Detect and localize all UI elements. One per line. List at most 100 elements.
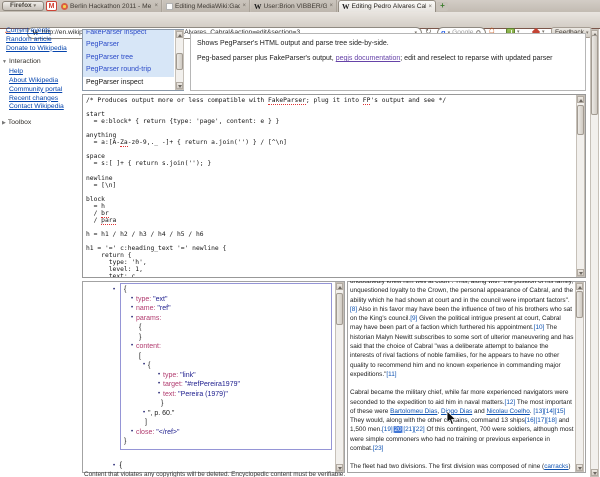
sidebar-link-about-wikipedia[interactable]: About Wikipedia	[9, 77, 80, 86]
tab-title: User:Brion VIBBER/Gadget…	[264, 3, 328, 10]
tree-row[interactable]: ]	[121, 418, 331, 428]
article-scrollbar-down-arrow[interactable]	[576, 464, 583, 471]
new-tab-button[interactable]: +	[437, 2, 448, 11]
sidebar-link-recent-changes[interactable]: Recent changes	[9, 95, 80, 104]
listbox-scrollbar-up-arrow[interactable]	[176, 31, 183, 38]
window-scrollbar-thumb[interactable]	[591, 35, 598, 115]
tree-row[interactable]: •", p. 60."	[121, 409, 331, 419]
tree-row[interactable]: {	[121, 285, 331, 295]
textarea-scrollbar-up-arrow[interactable]	[577, 96, 584, 103]
gadget-option-pegparser-round-trip[interactable]: PegParser round-trip	[83, 64, 174, 76]
sidebar-link-community-portal[interactable]: Community portal	[9, 86, 80, 95]
reference-link[interactable]: [22]	[414, 426, 425, 433]
reference-link[interactable]: [13]	[533, 408, 544, 415]
tree-row[interactable]: •target: "#refPereira1979"	[121, 380, 331, 390]
arrow-down-icon	[578, 467, 582, 470]
tree-key: content:	[136, 343, 161, 350]
close-tab-icon[interactable]: ×	[428, 4, 432, 10]
tree-key: type:	[136, 296, 151, 303]
selected-tree-node[interactable]: {•type: "ext"•name: "ref"•params:{}•cont…	[120, 283, 332, 450]
reference-link[interactable]: [23]	[373, 445, 384, 452]
close-tab-icon[interactable]: ×	[329, 3, 333, 9]
wiki-link[interactable]: Nicolau Coelho	[486, 408, 529, 415]
tree-row[interactable]: }	[121, 333, 331, 343]
tree-value: "link"	[178, 372, 195, 379]
sidebar-link-current-events[interactable]: Current events	[6, 27, 80, 36]
reference-link[interactable]: [15]	[555, 408, 566, 415]
window-scrollbar[interactable]	[590, 29, 599, 477]
reference-link[interactable]: [10]	[534, 324, 545, 331]
tree-row[interactable]: •type: "link"	[121, 371, 331, 381]
textarea-scrollbar-thumb[interactable]	[577, 105, 584, 135]
tree-key: text:	[163, 391, 176, 398]
close-tab-icon[interactable]: ×	[242, 3, 246, 9]
article-text: unquestioned loyalty to the Crown, the p…	[350, 287, 573, 303]
tree-row[interactable]: [	[121, 352, 331, 362]
listbox-scrollbar[interactable]	[175, 30, 184, 90]
gadget-option-pegparser[interactable]: PegParser	[83, 39, 174, 51]
article-scrollbar-up-arrow[interactable]	[576, 283, 583, 290]
tree-scrollbar-thumb[interactable]	[336, 293, 343, 325]
tab-berlin-hackathon-2011-me[interactable]: Berlin Hackathon 2011 - Me…×	[58, 0, 162, 12]
firefox-menu-button[interactable]: Firefox ▾	[2, 1, 44, 11]
tree-key: close:	[136, 429, 154, 436]
gadget-option-fakeparser-inspect[interactable]: FakeParser inspect	[83, 29, 174, 39]
tab-title: Berlin Hackathon 2011 - Me…	[70, 3, 152, 10]
tab-user-brion-vibber-gadget[interactable]: WUser:Brion VIBBER/Gadget…×	[251, 0, 337, 12]
tree-scrollbar-up-arrow[interactable]	[336, 283, 343, 290]
tree-row[interactable]: }	[121, 437, 331, 447]
reference-link[interactable]: [19]	[382, 426, 393, 433]
reference-link[interactable]: [17]	[535, 417, 546, 424]
tree-row[interactable]: •content:	[121, 342, 331, 352]
article-text: They would, along with the other captain…	[350, 417, 525, 424]
close-tab-icon[interactable]: ×	[154, 3, 158, 9]
textarea-scrollbar[interactable]	[576, 95, 585, 277]
pinned-gmail-tab[interactable]: M	[46, 1, 57, 11]
sidebar-section-interaction[interactable]: ▼Interaction	[2, 58, 80, 67]
tree-scrollbar-down-arrow[interactable]	[336, 464, 343, 471]
tab-editing-mediawiki-gadget[interactable]: Editing MediaWiki:Gadget-…×	[163, 0, 250, 12]
triangle-down-icon: ▼	[2, 59, 7, 65]
tree-row[interactable]: •close: "</ref>"	[121, 428, 331, 438]
listbox-scrollbar-down-arrow[interactable]	[176, 82, 183, 89]
sidebar-link-random-article[interactable]: Random article	[6, 36, 80, 45]
misspelled-word: FP	[363, 97, 371, 105]
reference-link[interactable]: [12]	[505, 399, 516, 406]
article-scrollbar-thumb[interactable]	[576, 291, 583, 318]
pegjs-documentation-link[interactable]: pegjs documentation	[336, 55, 401, 62]
reference-link-selected[interactable]: [20]	[393, 426, 404, 433]
reference-link[interactable]: [18]	[546, 417, 557, 424]
gadget-option-pegparser-inspect[interactable]: PegParser inspect	[83, 77, 174, 89]
reference-link[interactable]: [11]	[386, 371, 396, 378]
section-label: Toolbox	[8, 119, 31, 126]
wiki-link[interactable]: carracks	[544, 463, 568, 470]
tree-row[interactable]: •{	[121, 361, 331, 371]
code-editor[interactable]: /* Produces output more or less compatib…	[82, 94, 586, 278]
tab-editing-pedro-lvares-cabr[interactable]: WEditing Pedro Álvares Cabr…×	[338, 0, 436, 12]
navigation-bar: ← → W http://en.wikipedia.org/w/index.ph…	[0, 12, 600, 29]
reference-link[interactable]: [16]	[525, 417, 536, 424]
tree-next-node[interactable]: • {	[113, 454, 122, 472]
arrow-up-icon	[338, 286, 342, 289]
tree-row[interactable]: •params:	[121, 314, 331, 324]
tree-row[interactable]: {	[121, 323, 331, 333]
tree-scrollbar[interactable]	[335, 282, 344, 472]
sidebar-section-toolbox[interactable]: ▶Toolbox	[2, 119, 80, 128]
textarea-scrollbar-down-arrow[interactable]	[577, 269, 584, 276]
W-favicon: W	[342, 3, 350, 10]
tree-row[interactable]: •type: "ext"	[121, 295, 331, 305]
tree-row[interactable]: •text: "Pereira (1979)"	[121, 390, 331, 400]
reference-link[interactable]: [14]	[544, 408, 555, 415]
sidebar-link-donate-to-wikipedia[interactable]: Donate to Wikipedia	[6, 45, 80, 54]
gadget-option-pegparser-tree[interactable]: PegParser tree	[83, 52, 174, 64]
window-scrollbar-down-arrow[interactable]	[591, 469, 598, 476]
sidebar-link-contact-wikipedia[interactable]: Contact Wikipedia	[9, 103, 80, 112]
sidebar-link-help[interactable]: Help	[9, 68, 80, 77]
listbox-scrollbar-thumb[interactable]	[176, 53, 183, 70]
article-scrollbar[interactable]	[575, 282, 584, 472]
tree-row[interactable]: •name: "ref"	[121, 304, 331, 314]
reference-link[interactable]: [21]	[403, 426, 414, 433]
wiki-link[interactable]: Bartolomeu Dias	[390, 408, 437, 415]
tree-row[interactable]: }	[121, 399, 331, 409]
gadget-listbox[interactable]: FakeParser inspectPegParserPegParser tre…	[82, 29, 184, 91]
